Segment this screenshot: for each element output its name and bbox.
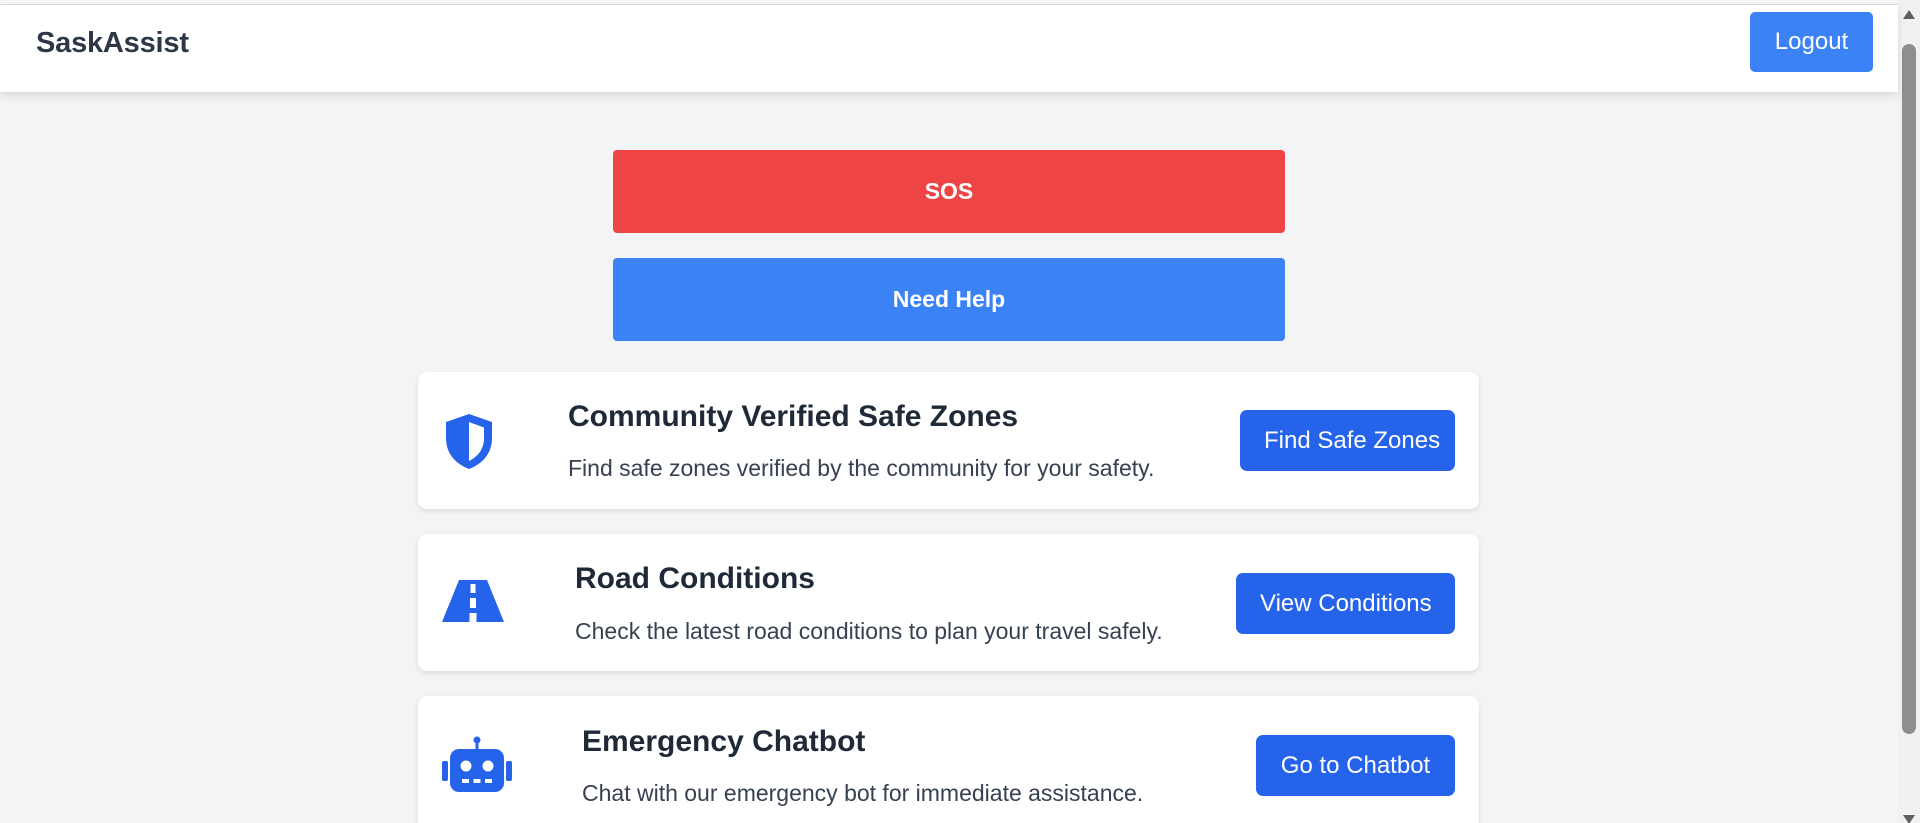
go-to-chatbot-button[interactable]: Go to Chatbot [1256, 735, 1455, 796]
road-icon [442, 580, 504, 622]
card-description: Find safe zones verified by the communit… [568, 455, 1155, 481]
need-help-button[interactable]: Need Help [613, 258, 1285, 341]
view-conditions-button[interactable]: View Conditions [1236, 573, 1455, 634]
logout-button[interactable]: Logout [1750, 12, 1873, 72]
find-safe-zones-button[interactable]: Find Safe Zones [1240, 410, 1455, 471]
card-description: Check the latest road conditions to plan… [575, 618, 1163, 644]
card-title: Emergency Chatbot [582, 725, 866, 758]
scroll-up-arrow-icon[interactable] [1903, 10, 1915, 19]
vertical-scrollbar[interactable] [1898, 0, 1920, 823]
card-description: Chat with our emergency bot for immediat… [582, 780, 1144, 806]
scrollbar-thumb[interactable] [1902, 44, 1916, 734]
card-safe-zones: Community Verified Safe Zones Find safe … [418, 372, 1479, 509]
robot-icon [442, 736, 512, 793]
card-road-conditions: Road Conditions Check the latest road co… [418, 534, 1479, 671]
sos-button[interactable]: SOS [613, 150, 1285, 233]
shield-icon [442, 412, 496, 470]
brand-logo[interactable]: SaskAssist [36, 27, 189, 60]
scroll-down-arrow-icon[interactable] [1903, 815, 1915, 823]
page: SaskAssist Logout SOS Need Help Communit… [0, 0, 1920, 823]
card-emergency-chatbot: Emergency Chatbot Chat with our emergenc… [418, 696, 1479, 823]
card-title: Community Verified Safe Zones [568, 400, 1019, 433]
navbar: SaskAssist Logout [0, 5, 1898, 92]
card-title: Road Conditions [575, 562, 815, 595]
